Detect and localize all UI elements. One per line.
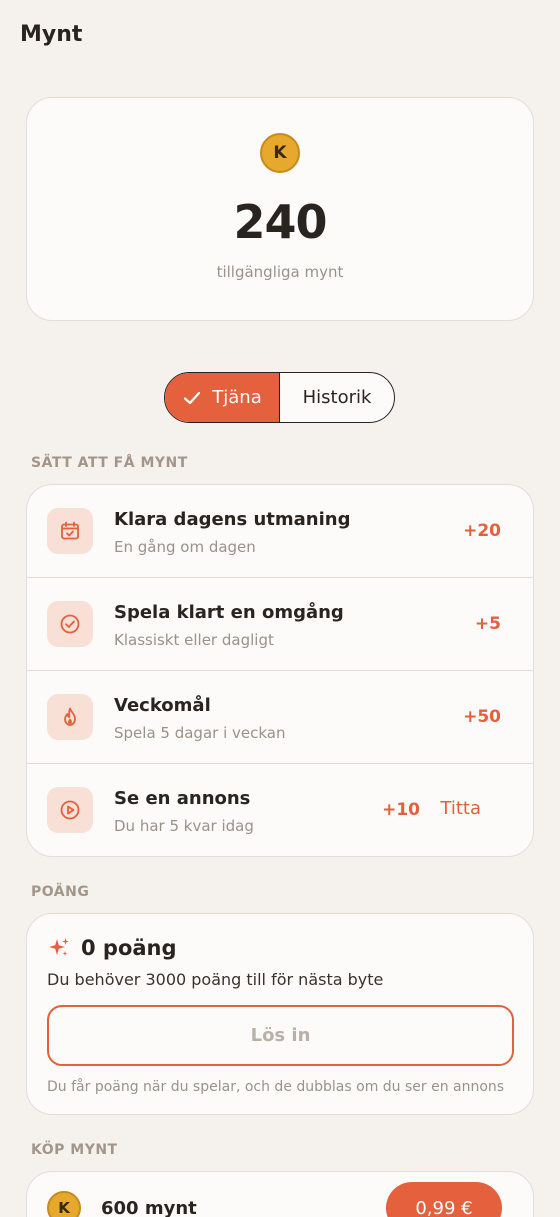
tab-earn[interactable]: Tjäna [165,373,280,422]
tab-earn-label: Tjäna [212,387,262,408]
earn-item-subtitle: Spela 5 dagar i veckan [114,724,286,742]
watch-ad-button[interactable]: Titta [440,798,481,819]
sparkle-icon [47,936,71,960]
earn-item-reward: +5 [474,614,501,634]
buy-card: K 600 mynt 0,99 € [26,1171,534,1217]
earn-item-subtitle: Klassiskt eller dagligt [114,631,274,649]
coin-icon: K [47,1191,81,1217]
page-title: Mynt [20,22,83,47]
earn-item-subtitle: Du har 5 kvar idag [114,817,254,835]
calendar-check-icon [47,508,93,554]
coin-icon: K [260,133,300,173]
points-header: 0 poäng [47,936,177,960]
earn-item-reward: +50 [463,707,501,727]
check-circle-icon [47,601,93,647]
check-icon [182,388,202,408]
earn-list: Klara dagens utmaning En gång om dagen +… [26,484,534,857]
balance-label: tillgängliga mynt [216,263,344,281]
earn-item-weekly-goal[interactable]: Veckomål Spela 5 dagar i veckan +50 [27,671,533,764]
earn-section-heading: SÄTT ATT FÅ MYNT [31,455,188,471]
earn-item-subtitle: En gång om dagen [114,538,256,556]
earn-item-reward: +20 [463,521,501,541]
points-note: Du får poäng när du spelar, och de dubbl… [47,1079,505,1095]
tab-history[interactable]: Historik [280,373,394,422]
earn-item-finish-round[interactable]: Spela klart en omgång Klassiskt eller da… [27,578,533,671]
redeem-button[interactable]: Lös in [47,1005,514,1066]
earn-item-title: Veckomål [114,695,211,716]
tab-history-label: Historik [302,387,372,408]
buy-item-title: 600 mynt [101,1198,197,1217]
earn-item-daily-challenge[interactable]: Klara dagens utmaning En gång om dagen +… [27,485,533,578]
points-title: 0 poäng [81,936,177,960]
balance-card: K 240 tillgängliga mynt [26,97,534,321]
buy-price-button[interactable]: 0,99 € [386,1182,502,1217]
earn-item-title: Klara dagens utmaning [114,509,351,530]
points-requirement: Du behöver 3000 poäng till för nästa byt… [47,970,384,989]
flame-icon [47,694,93,740]
tab-switcher: Tjäna Historik [164,372,395,423]
earn-item-reward: +10 [382,800,420,820]
play-circle-icon [47,787,93,833]
balance-amount: 240 [233,195,327,249]
earn-item-title: Spela klart en omgång [114,602,344,623]
earn-item-watch-ad: Se en annons Du har 5 kvar idag +10 Titt… [27,764,533,857]
buy-section-heading: KÖP MYNT [31,1142,118,1158]
earn-item-title: Se en annons [114,788,251,809]
points-card: 0 poäng Du behöver 3000 poäng till för n… [26,913,534,1115]
points-section-heading: POÄNG [31,884,90,900]
